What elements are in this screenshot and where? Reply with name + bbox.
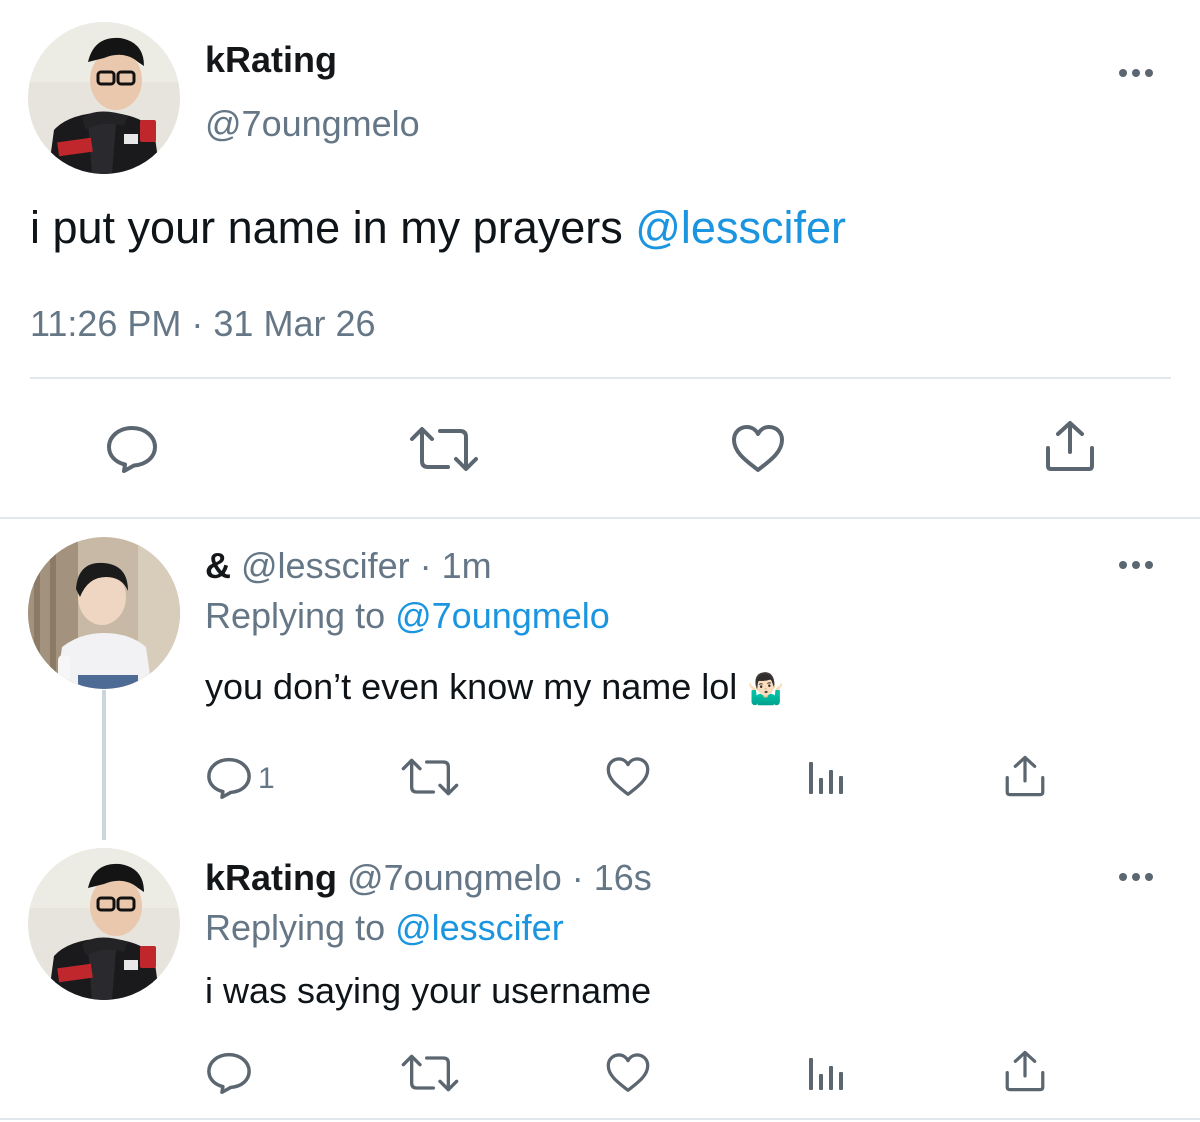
shrug-emoji: 🤷🏻‍♂️ (747, 673, 785, 706)
avatar[interactable] (28, 848, 180, 1000)
replying-to-link[interactable]: @7oungmelo (395, 595, 610, 636)
display-name[interactable]: kRating (205, 38, 337, 82)
thread-line (102, 690, 106, 840)
handle[interactable]: @7oungmelo (347, 857, 562, 898)
reply-count: 1 (258, 762, 275, 795)
handle[interactable]: @7oungmelo (205, 102, 420, 146)
like-icon[interactable] (605, 756, 651, 798)
more-options-icon[interactable] (1119, 65, 1159, 79)
tweet-text: i put your name in my prayers @lesscifer (30, 200, 846, 256)
reply-text: i was saying your username (205, 970, 652, 1011)
share-icon[interactable] (1004, 755, 1046, 797)
like-icon[interactable] (730, 424, 786, 474)
avatar[interactable] (28, 537, 180, 689)
mention-link[interactable]: @lesscifer (635, 202, 846, 253)
like-icon[interactable] (605, 1052, 651, 1094)
share-icon[interactable] (1044, 420, 1096, 472)
replying-to-link[interactable]: @lesscifer (395, 907, 564, 948)
replying-to: Replying to @7oungmelo (205, 594, 610, 638)
reply-header: kRating @7oungmelo · 16s (205, 856, 652, 900)
retweet-icon[interactable] (400, 757, 460, 797)
tweet-text-body: i put your name in my prayers (30, 202, 636, 253)
avatar[interactable] (28, 22, 180, 174)
share-icon[interactable] (1004, 1050, 1046, 1092)
replying-to-label: Replying to (205, 907, 396, 948)
replying-to: Replying to @lesscifer (205, 906, 564, 950)
reply-icon[interactable] (206, 1052, 252, 1094)
time-ago[interactable]: · 1m (420, 545, 492, 586)
reply-icon[interactable] (106, 425, 158, 473)
time-ago[interactable]: · 16s (572, 857, 652, 898)
analytics-icon[interactable] (807, 758, 847, 798)
replying-to-label: Replying to (205, 595, 396, 636)
more-options-icon[interactable] (1119, 557, 1159, 571)
timestamp[interactable]: 11:26 PM · 31 Mar 26 (30, 302, 376, 346)
display-name[interactable]: & (205, 545, 231, 586)
retweet-icon[interactable] (400, 1053, 460, 1093)
more-options-icon[interactable] (1119, 869, 1159, 883)
reply-text: you don’t even know my name lol 🤷🏻‍♂️ (205, 665, 785, 712)
display-name[interactable]: kRating (205, 857, 337, 898)
handle[interactable]: @lesscifer (241, 545, 410, 586)
bottom-divider (0, 1118, 1200, 1120)
analytics-icon[interactable] (807, 1054, 847, 1094)
divider (30, 377, 1171, 379)
retweet-icon[interactable] (408, 425, 480, 473)
reply-text-body: you don’t even know my name lol (205, 666, 738, 707)
reply-header: & @lesscifer · 1m (205, 544, 492, 588)
reply-icon[interactable] (206, 757, 252, 799)
section-divider (0, 517, 1200, 519)
